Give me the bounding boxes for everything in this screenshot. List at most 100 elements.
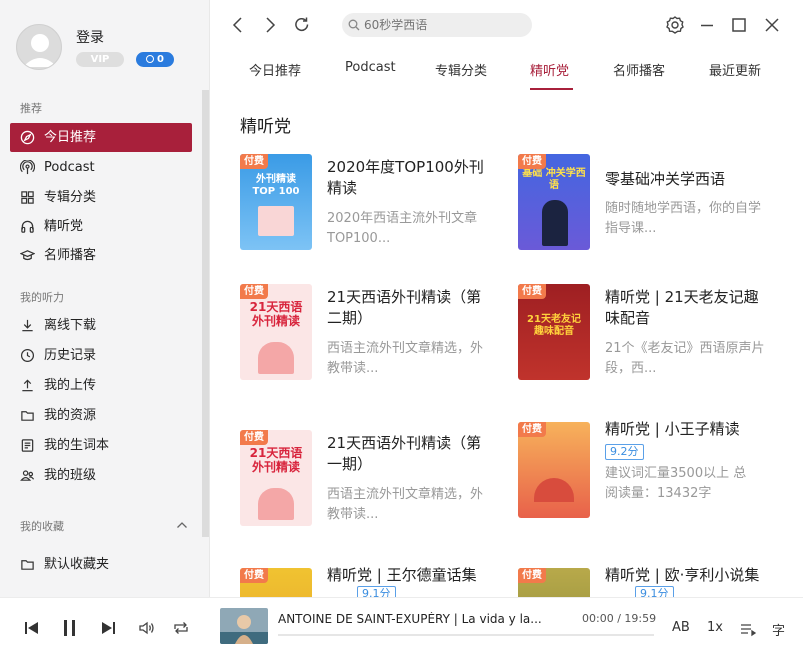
paid-badge: 付费 (518, 284, 546, 299)
playback-speed-button[interactable]: 1x (707, 620, 723, 635)
album-title[interactable]: 21天西语外刊精读（第二期） (327, 287, 487, 329)
sidebar-item-label: 我的上传 (44, 378, 97, 393)
album-card[interactable]: 21天老友记 趣味配音 付费 精听党 | 21天老友记趣味配音 21个《老友记》… (518, 284, 788, 394)
sidebar-item-vocabulary-book[interactable]: 我的生词本 (10, 431, 192, 460)
minimize-button[interactable] (697, 15, 717, 35)
repeat-button[interactable] (171, 618, 191, 638)
repeat-icon (174, 622, 188, 634)
track-thumbnail[interactable] (220, 608, 268, 644)
album-title[interactable]: 精听党 | 王尔德童话集 (327, 565, 487, 586)
skip-next-icon (102, 622, 115, 634)
coin-count: 0 (157, 54, 164, 65)
playlist-button[interactable] (738, 619, 758, 639)
sidebar-item-offline-download[interactable]: 离线下载 (10, 311, 192, 340)
back-button[interactable] (228, 15, 248, 35)
tab-album-category[interactable]: 专辑分类 (435, 60, 487, 90)
tab-podcast[interactable]: Podcast (345, 60, 396, 90)
cover-illustration (258, 342, 294, 374)
paid-badge: 付费 (518, 568, 546, 583)
graduation-cap-icon (20, 248, 35, 263)
search-input[interactable] (342, 13, 532, 37)
compass-icon (20, 130, 35, 145)
album-cover[interactable]: 21天西语 外刊精读 付费 (240, 284, 312, 380)
cover-text: 21天西语 外刊精读 (249, 300, 303, 329)
sidebar-item-history[interactable]: 历史记录 (10, 341, 192, 370)
album-card[interactable]: 外刊精读 TOP 100 付费 2020年度TOP100外刊精读 2020年西语… (240, 154, 510, 264)
sidebar-item-my-resources[interactable]: 我的资源 (10, 401, 192, 430)
album-title[interactable]: 精听党 | 小王子精读 (605, 419, 765, 440)
tab-intensive-listening[interactable]: 精听党 (530, 60, 569, 90)
main-content: 精听党 外刊精读 TOP 100 付费 2020年度TOP100外刊精读 202… (211, 90, 803, 597)
paid-badge: 付费 (240, 154, 268, 169)
album-cover[interactable]: 外刊精读 TOP 100 付费 (240, 154, 312, 250)
album-card[interactable]: 付费 精听党 | 欧·亨利小说集 9.1分 (518, 562, 788, 597)
section-title-my-listening: 我的听力 (20, 291, 64, 304)
album-card[interactable]: 基础 冲关学西语 付费 零基础冲关学西语 随时随地学西语，你的自学指导课... (518, 154, 788, 264)
album-title[interactable]: 精听党 | 欧·亨利小说集 (605, 565, 765, 586)
vocabulary-book-icon (20, 438, 35, 453)
cover-text: 外刊精读 TOP 100 (252, 174, 300, 197)
clock-icon (20, 348, 35, 363)
forward-button[interactable] (260, 15, 280, 35)
album-card[interactable]: 付费 精听党 | 王尔德童话集 9.1分 (240, 562, 510, 597)
album-title[interactable]: 21天西语外刊精读（第一期） (327, 433, 487, 475)
album-card[interactable]: 付费 精听党 | 小王子精读 9.2分 建议词汇量3500以上 总阅读量：134… (518, 416, 788, 526)
album-title[interactable]: 精听党 | 21天老友记趣味配音 (605, 287, 765, 329)
close-button[interactable] (762, 15, 782, 35)
sidebar-item-my-uploads[interactable]: 我的上传 (10, 371, 192, 400)
cover-text: 21天西语 外刊精读 (249, 446, 303, 475)
maximize-button[interactable] (729, 15, 749, 35)
skip-previous-icon (25, 622, 38, 634)
album-cover[interactable]: 付费 (518, 568, 590, 597)
sidebar-scrollbar[interactable] (202, 90, 209, 537)
album-cover[interactable]: 21天老友记 趣味配音 付费 (518, 284, 590, 380)
album-description: 21个《老友记》西语原声片段，西... (605, 341, 765, 376)
cover-illustration (258, 488, 294, 520)
subtitle-button[interactable]: 字 (772, 620, 785, 639)
pause-button[interactable] (60, 618, 80, 638)
album-description: 随时随地学西语，你的自学指导课... (605, 201, 762, 236)
sidebar-item-intensive-listening[interactable]: 精听党 (10, 212, 192, 241)
download-icon (20, 318, 35, 333)
ab-repeat-button[interactable]: AB (672, 620, 690, 635)
tab-teacher-podcast[interactable]: 名师播客 (613, 60, 665, 90)
sidebar-item-label: 名师播客 (44, 248, 97, 263)
album-description: 2020年西语主流外刊文章TOP100... (327, 211, 478, 246)
sidebar-item-today[interactable]: 今日推荐 (10, 123, 192, 152)
sidebar-item-teacher-podcast[interactable]: 名师播客 (10, 241, 192, 270)
rating-badge: 9.1分 (357, 586, 396, 597)
progress-bar[interactable] (278, 634, 654, 636)
settings-button[interactable] (665, 15, 685, 35)
album-cover[interactable]: 基础 冲关学西语 付费 (518, 154, 590, 250)
refresh-button[interactable] (292, 15, 312, 35)
headphones-icon (20, 219, 35, 234)
chevron-right-icon (266, 17, 276, 33)
album-card[interactable]: 21天西语 外刊精读 付费 21天西语外刊精读（第二期） 西语主流外刊文章精选，… (240, 284, 510, 394)
avatar[interactable] (16, 24, 62, 70)
album-cover[interactable]: 付费 (518, 422, 590, 518)
tab-today[interactable]: 今日推荐 (249, 60, 301, 90)
chevron-up-icon[interactable] (176, 519, 188, 531)
album-title[interactable]: 2020年度TOP100外刊精读 (327, 157, 487, 199)
album-title[interactable]: 零基础冲关学西语 (605, 169, 765, 190)
album-card[interactable]: 21天西语 外刊精读 付费 21天西语外刊精读（第一期） 西语主流外刊文章精选，… (240, 430, 510, 540)
maximize-icon (732, 18, 746, 32)
sidebar-item-podcast[interactable]: Podcast (10, 153, 192, 182)
previous-button[interactable] (22, 618, 42, 638)
album-cover[interactable]: 付费 (240, 568, 312, 597)
section-title-my-favorites: 我的收藏 (20, 520, 64, 533)
coin-badge[interactable]: 0 (136, 52, 174, 67)
search-icon (348, 19, 360, 31)
page-title: 精听党 (240, 117, 291, 137)
sidebar-item-my-class[interactable]: 我的班级 (10, 461, 192, 490)
album-cover[interactable]: 21天西语 外刊精读 付费 (240, 430, 312, 526)
pause-icon (64, 620, 75, 636)
volume-button[interactable] (137, 618, 157, 638)
sidebar-item-album-category[interactable]: 专辑分类 (10, 183, 192, 212)
sidebar-item-default-favorites[interactable]: 默认收藏夹 (10, 550, 192, 579)
next-button[interactable] (98, 618, 118, 638)
sidebar-item-label: 我的资源 (44, 408, 97, 423)
login-link[interactable]: 登录 (76, 27, 104, 47)
tab-recent-updates[interactable]: 最近更新 (709, 60, 761, 90)
vip-badge[interactable]: VIP (76, 52, 124, 67)
